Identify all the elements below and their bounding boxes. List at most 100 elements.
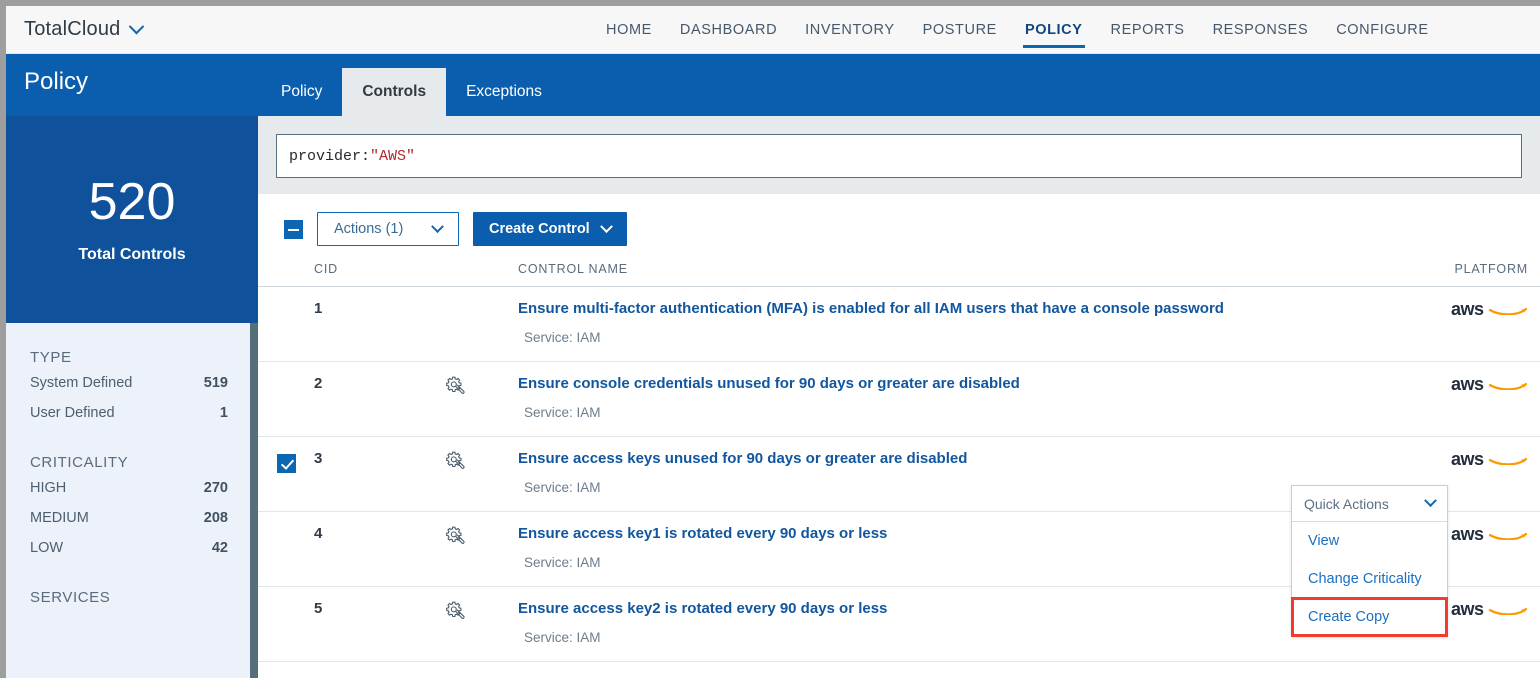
row-platform-cell: aws: [1434, 375, 1540, 395]
controls-content: provider: "AWS" Actions (1) Create Contro…: [258, 116, 1540, 678]
row-cid-cell: 2: [314, 375, 392, 393]
row-name-cell: Ensure multi-factor authentication (MFA)…: [518, 300, 1434, 345]
app-window: TotalCloud HOME DASHBOARD INVENTORY POST…: [6, 6, 1540, 678]
facet-low[interactable]: LOW 42: [6, 533, 258, 563]
row-cid-value: 5: [314, 600, 323, 617]
filter-sidebar: 520 Total Controls TYPE System Defined 5…: [6, 116, 258, 678]
nav-item-posture[interactable]: POSTURE: [909, 6, 1011, 54]
row-select-checkbox[interactable]: [276, 454, 296, 473]
facet-title-type: TYPE: [30, 349, 72, 366]
aws-logo-text: aws: [1451, 524, 1484, 544]
header-cell-cid[interactable]: CID: [314, 262, 392, 276]
nav-item-policy[interactable]: POLICY: [1011, 6, 1097, 54]
header-cell-icon: [392, 262, 518, 276]
tab-exceptions[interactable]: Exceptions: [446, 68, 562, 116]
quick-actions-dropdown: Quick Actions View Change Criticality Cr…: [1291, 485, 1448, 637]
row-cid-value: 1: [314, 300, 323, 317]
aws-swoosh-icon: [1488, 382, 1528, 391]
top-bar: TotalCloud HOME DASHBOARD INVENTORY POST…: [6, 6, 1540, 54]
table-row[interactable]: 2 Ensure console credentials unused for …: [258, 362, 1540, 437]
facet-medium[interactable]: MEDIUM 208: [6, 503, 258, 533]
nav-item-responses[interactable]: RESPONSES: [1199, 6, 1323, 54]
control-service-label: Service: IAM: [524, 405, 601, 420]
aws-swoosh-icon: [1488, 607, 1528, 616]
aws-logo-icon: aws: [1451, 525, 1528, 544]
facet-count: 1: [219, 405, 228, 421]
nav-item-configure[interactable]: CONFIGURE: [1322, 6, 1442, 54]
quick-actions-label: Quick Actions: [1304, 495, 1389, 512]
facet-label: MEDIUM: [30, 510, 89, 526]
aws-logo-icon: aws: [1451, 600, 1528, 619]
remediation-gear-icon[interactable]: [444, 375, 466, 397]
control-name-link[interactable]: Ensure access keys unused for 90 days or…: [518, 450, 967, 467]
aws-logo-text: aws: [1451, 299, 1484, 319]
row-platform-cell: aws: [1434, 600, 1540, 620]
select-all-checkbox[interactable]: [284, 219, 303, 239]
facet-label: LOW: [30, 540, 64, 556]
aws-logo-icon: aws: [1451, 375, 1528, 394]
row-cid-value: 3: [314, 450, 323, 467]
header-cell-control-name[interactable]: CONTROL NAME: [518, 262, 1434, 276]
row-cid-value: 2: [314, 375, 323, 392]
control-name-link[interactable]: Ensure console credentials unused for 90…: [518, 375, 1020, 392]
facet-count: 42: [211, 540, 228, 556]
tab-controls[interactable]: Controls: [342, 68, 447, 116]
row-cid-cell: 1: [314, 300, 392, 318]
row-name-cell: Ensure console credentials unused for 90…: [518, 375, 1434, 420]
header-cell-checkbox: [258, 262, 314, 276]
quick-action-view[interactable]: View: [1292, 522, 1447, 560]
facet-system-defined[interactable]: System Defined 519: [6, 368, 258, 398]
search-query-key: provider:: [289, 147, 371, 165]
facet-title-services: SERVICES: [30, 589, 111, 606]
aws-logo-text: aws: [1451, 599, 1484, 619]
row-platform-cell: aws: [1434, 450, 1540, 470]
tab-bar: Policy Controls Exceptions: [261, 54, 562, 116]
search-query-value: "AWS": [370, 147, 416, 165]
page-title: Policy: [24, 68, 89, 95]
quick-action-create-copy[interactable]: Create Copy: [1291, 597, 1448, 637]
row-cid-cell: 3: [314, 450, 392, 468]
table-row[interactable]: 1 Ensure multi-factor authentication (MF…: [258, 287, 1540, 362]
nav-item-dashboard[interactable]: DASHBOARD: [666, 6, 791, 54]
row-icon-cell: [392, 450, 518, 472]
search-area: provider: "AWS": [258, 116, 1540, 194]
aws-swoosh-icon: [1488, 532, 1528, 541]
actions-button[interactable]: Actions (1): [317, 212, 459, 246]
control-name-link[interactable]: Ensure access key1 is rotated every 90 d…: [518, 525, 887, 542]
quick-actions-toggle[interactable]: Quick Actions: [1292, 486, 1447, 522]
sidebar-scrollbar[interactable]: [250, 323, 258, 678]
facet-user-defined[interactable]: User Defined 1: [6, 398, 258, 428]
facet-high[interactable]: HIGH 270: [6, 473, 258, 503]
tab-policy[interactable]: Policy: [261, 68, 342, 116]
facet-count: 519: [203, 375, 228, 391]
nav-item-inventory[interactable]: INVENTORY: [791, 6, 908, 54]
create-control-button-label: Create Control: [489, 221, 590, 237]
aws-swoosh-icon: [1488, 457, 1528, 466]
facet-count: 208: [203, 510, 228, 526]
page-body: 520 Total Controls TYPE System Defined 5…: [6, 116, 1540, 678]
search-input[interactable]: provider: "AWS": [276, 134, 1522, 178]
row-platform-cell: aws: [1434, 525, 1540, 545]
chevron-down-icon: [1424, 494, 1437, 508]
row-checkbox-cell: [258, 450, 314, 473]
total-controls-value: 520: [88, 172, 176, 231]
brand-menu[interactable]: TotalCloud: [24, 18, 144, 41]
main-navigation: HOME DASHBOARD INVENTORY POSTURE POLICY …: [592, 6, 1443, 54]
facet-label: System Defined: [30, 375, 133, 391]
control-name-link[interactable]: Ensure multi-factor authentication (MFA)…: [518, 300, 1224, 317]
nav-item-home[interactable]: HOME: [592, 6, 666, 54]
aws-logo-text: aws: [1451, 374, 1484, 394]
remediation-gear-icon[interactable]: [444, 450, 466, 472]
remediation-gear-icon[interactable]: [444, 525, 466, 547]
table-header-row: CID CONTROL NAME PLATFORM: [258, 262, 1540, 287]
quick-action-change-criticality[interactable]: Change Criticality: [1292, 560, 1447, 598]
header-cell-platform[interactable]: PLATFORM: [1434, 262, 1540, 276]
aws-logo-icon: aws: [1451, 300, 1528, 319]
remediation-gear-icon[interactable]: [444, 600, 466, 622]
facet-label: HIGH: [30, 480, 67, 496]
chevron-down-icon: [599, 219, 613, 233]
nav-item-reports[interactable]: REPORTS: [1097, 6, 1199, 54]
control-name-link[interactable]: Ensure access key2 is rotated every 90 d…: [518, 600, 887, 617]
create-control-button[interactable]: Create Control: [473, 212, 627, 246]
facet-label: User Defined: [30, 405, 115, 421]
